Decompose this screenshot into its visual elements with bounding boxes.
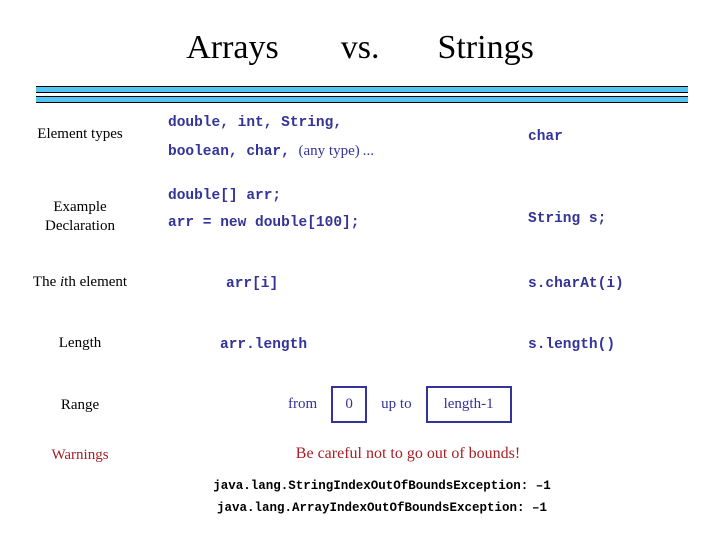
range-indicator: from 0 up to length-1	[160, 380, 512, 423]
arrays-declaration-line1: double[] arr;	[168, 188, 282, 204]
range-from-word: from	[288, 396, 318, 412]
range-upto-word: up to	[381, 396, 412, 412]
row-arrays-length: arr.length	[160, 320, 460, 357]
arrays-element-types-anytype-note: (any type) ...	[298, 143, 375, 160]
title-word-strings: Strings	[437, 29, 534, 66]
table-row-warnings: Warnings Be careful not to go out of bou…	[0, 442, 720, 476]
ith-label-suffix: th element	[64, 274, 128, 290]
slide-title: Arrays vs. Strings	[0, 22, 720, 74]
row-arrays-ith-element: arr[i]	[160, 259, 460, 296]
title-word-vs: vs.	[340, 29, 380, 66]
exception-line-string-index: java.lang.StringIndexOutOfBoundsExceptio…	[213, 479, 551, 493]
arrays-element-types-line2-code: boolean, char,	[168, 144, 299, 161]
row-strings-example-declaration: String s;	[460, 181, 720, 231]
row-strings-ith-element: s.charAt(i)	[460, 259, 720, 296]
row-label-ith-element: The ith element	[0, 259, 160, 292]
exception-list: java.lang.StringIndexOutOfBoundsExceptio…	[0, 476, 720, 519]
range-from-box: 0	[331, 386, 368, 423]
arrays-element-types-line1: double, int, String,	[168, 115, 343, 131]
row-label-warnings: Warnings	[51, 447, 109, 463]
divider-group	[36, 86, 688, 103]
table-row: Element types double, int, String, boole…	[0, 108, 720, 181]
row-strings-length: s.length()	[460, 320, 720, 357]
arrays-element-types-line2: boolean, char, (any type) ...	[168, 135, 460, 164]
row-label-example-line1: Example	[53, 199, 107, 215]
arrays-declaration-line2: arr = new double[100];	[168, 215, 360, 232]
row-label-example-declaration: Example Declaration	[0, 181, 160, 236]
comparison-table: Element types double, int, String, boole…	[0, 108, 720, 476]
arrays-ith-element-value: arr[i]	[226, 276, 279, 292]
row-arrays-element-types: double, int, String, boolean, char, (any…	[160, 108, 460, 165]
strings-length-value: s.length()	[528, 337, 616, 353]
divider-bar-top	[36, 86, 688, 93]
strings-ith-element-value: s.charAt(i)	[528, 276, 624, 292]
title-word-arrays: Arrays	[186, 29, 279, 66]
row-label-element-types: Element types	[37, 126, 123, 142]
range-to-box: length-1	[425, 386, 512, 423]
row-label-range: Range	[60, 397, 100, 413]
row-label-length: Length	[58, 335, 102, 351]
strings-element-types-value: char	[528, 129, 563, 145]
table-row: Length arr.length s.length()	[0, 320, 720, 380]
row-strings-element-types: char	[460, 108, 720, 149]
exception-line-array-index: java.lang.ArrayIndexOutOfBoundsException…	[216, 500, 548, 515]
row-arrays-example-declaration: double[] arr; arr = new double[100];	[160, 181, 460, 236]
table-row: Example Declaration double[] arr; arr = …	[0, 181, 720, 259]
warning-message: Be careful not to go out of bounds!	[295, 445, 521, 462]
divider-bar-bottom	[36, 96, 688, 103]
table-row: The ith element arr[i] s.charAt(i)	[0, 259, 720, 320]
table-row: Range from 0 up to length-1	[0, 380, 720, 442]
ith-label-prefix: The	[32, 274, 60, 290]
arrays-length-value: arr.length	[220, 337, 308, 353]
strings-declaration-value: String s;	[528, 211, 607, 227]
row-label-example-line2: Declaration	[45, 218, 115, 235]
